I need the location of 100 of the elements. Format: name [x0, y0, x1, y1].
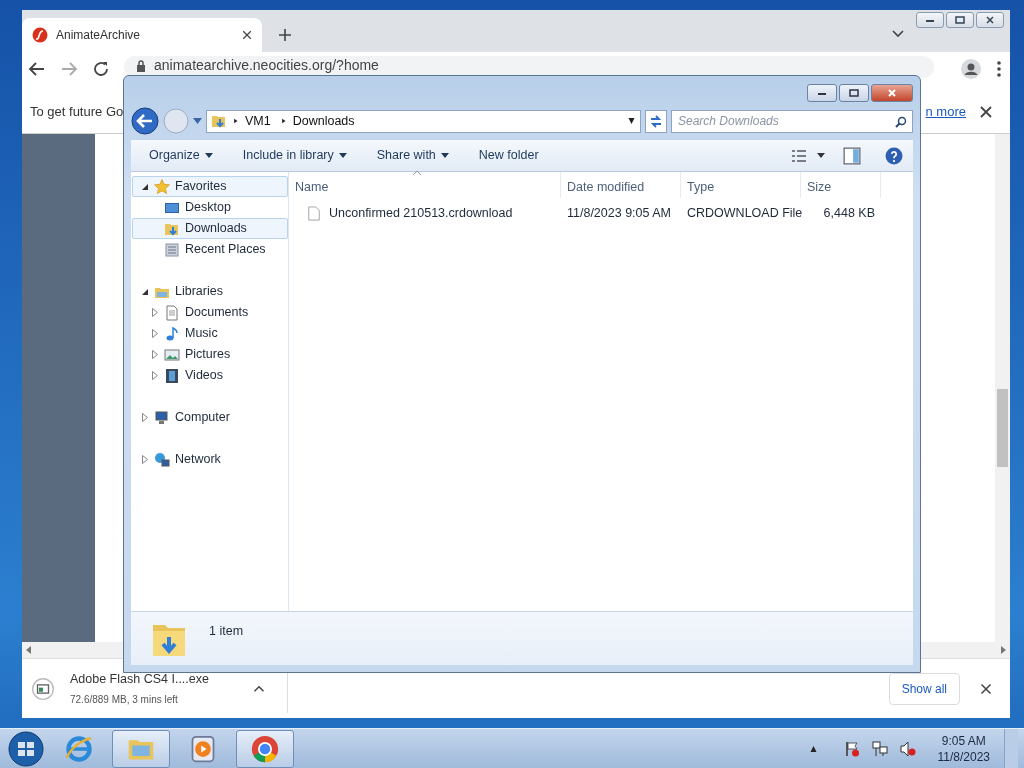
close-button[interactable]	[871, 84, 913, 102]
computer-icon	[154, 409, 170, 426]
minimize-button[interactable]	[916, 12, 944, 28]
file-name[interactable]: Unconfirmed 210513.crdownload	[329, 203, 513, 223]
status-text: 1 item	[209, 623, 244, 641]
search-field[interactable]: Search Downloads	[671, 109, 913, 133]
music-note-icon	[164, 325, 180, 342]
nav-tree-item[interactable]: Desktop	[132, 197, 288, 218]
nav-tree-item[interactable]: Music	[132, 323, 288, 344]
dropdown-icon[interactable]	[817, 153, 825, 158]
collapsed-icon[interactable]	[152, 371, 158, 380]
maximize-icon	[849, 89, 859, 97]
taskbar-button[interactable]	[112, 729, 170, 768]
tray-expand-icon[interactable]	[808, 745, 818, 752]
clock-date[interactable]: 11/8/2023	[937, 748, 990, 765]
toolbar-button[interactable]: Share with	[368, 143, 457, 168]
breadcrumb-item[interactable]: Downloads	[292, 111, 355, 131]
toolbar-button[interactable]: Include in library	[234, 143, 355, 168]
expanded-icon[interactable]	[142, 288, 148, 295]
collapsed-icon[interactable]	[142, 455, 148, 464]
restore-icon	[955, 16, 965, 24]
clock-time[interactable]: 9:05 AM	[937, 732, 990, 749]
toolbar-button[interactable]: New folder	[470, 143, 547, 168]
action-center-icon[interactable]	[843, 740, 860, 757]
app-logo-icon	[32, 27, 48, 43]
scroll-left-icon[interactable]	[26, 646, 32, 654]
start-button[interactable]	[6, 729, 46, 768]
collapsed-icon[interactable]	[152, 329, 158, 338]
media-player-icon	[189, 734, 217, 763]
nav-tree-item[interactable]: Libraries	[132, 281, 288, 302]
download-progress-text: 72.6/889 MB, 3 mins left	[70, 692, 179, 707]
installer-file-icon	[32, 677, 54, 700]
chevron-icon[interactable]	[233, 117, 239, 125]
file-size: 6,448 KB	[822, 204, 876, 222]
close-icon[interactable]	[242, 30, 252, 40]
refresh-icon[interactable]	[645, 109, 667, 133]
toolbar-button[interactable]: Organize	[141, 143, 221, 168]
show-all-button[interactable]: Show all	[888, 672, 960, 705]
close-button[interactable]	[976, 12, 1004, 28]
collapsed-icon[interactable]	[152, 308, 158, 317]
address-bar[interactable]: animatearchive.neocities.org/?home	[124, 56, 934, 78]
taskbar-button[interactable]	[236, 729, 294, 768]
back-icon[interactable]	[131, 107, 159, 135]
reload-icon[interactable]	[92, 60, 110, 78]
minimize-icon	[925, 17, 935, 23]
search-icon	[895, 115, 907, 128]
column-header[interactable]: Date modified	[561, 172, 681, 198]
nav-tree-item[interactable]: Computer	[132, 407, 288, 428]
help-icon[interactable]	[885, 146, 903, 165]
restore-button[interactable]	[946, 12, 974, 28]
close-icon[interactable]	[980, 682, 992, 695]
download-file-name[interactable]: Adobe Flash CS4 I....exe	[70, 670, 209, 689]
nav-tree-item[interactable]: Videos	[132, 365, 288, 386]
maximize-button[interactable]	[839, 84, 869, 102]
url-text: animatearchive.neocities.org/?home	[154, 57, 379, 74]
close-icon[interactable]	[980, 105, 992, 118]
learn-more-link[interactable]: n more	[925, 101, 966, 122]
preview-pane-icon[interactable]	[843, 146, 861, 165]
file-icon	[307, 204, 321, 222]
breadcrumb-item[interactable]: VM1	[245, 111, 271, 131]
scroll-right-icon[interactable]	[1000, 646, 1006, 654]
back-icon[interactable]	[28, 60, 46, 78]
lock-icon	[136, 60, 146, 72]
browser-icon	[65, 734, 93, 763]
chevron-icon[interactable]	[280, 117, 287, 125]
chrome-icon	[251, 734, 279, 763]
nav-tree-item[interactable]: Recent Places	[132, 239, 288, 260]
new-tab-icon[interactable]	[278, 28, 292, 42]
infobar-text: To get future Go	[30, 102, 124, 121]
minimize-button[interactable]	[807, 84, 837, 102]
volume-muted-icon[interactable]	[899, 740, 916, 757]
nav-tree-item[interactable]: Downloads	[132, 218, 288, 239]
star-icon	[154, 178, 170, 195]
menu-icon[interactable]	[996, 60, 1002, 78]
nav-tree-item[interactable]: Pictures	[132, 344, 288, 365]
browser-tab[interactable]: AnimateArchive	[22, 18, 262, 52]
network-icon	[154, 451, 170, 468]
downloads-folder-icon	[211, 113, 227, 129]
tab-list-icon[interactable]	[892, 30, 904, 38]
collapsed-icon[interactable]	[142, 413, 148, 422]
column-header[interactable]: Size	[801, 172, 881, 198]
collapsed-icon[interactable]	[152, 350, 158, 359]
close-icon	[985, 16, 995, 24]
scrollbar[interactable]	[995, 134, 1010, 642]
document-icon	[164, 304, 180, 321]
column-header[interactable]: Type	[681, 172, 801, 198]
picture-icon	[164, 346, 180, 363]
film-icon	[164, 367, 180, 384]
nav-tree-item[interactable]: Documents	[132, 302, 288, 323]
view-list-icon[interactable]	[791, 147, 807, 164]
file-date: 11/8/2023 9:05 AM	[566, 204, 673, 222]
address-field[interactable]: VM1 Downloads	[206, 109, 641, 133]
dropdown-icon[interactable]	[627, 118, 636, 124]
profile-icon[interactable]	[960, 58, 982, 80]
nav-tree-item[interactable]: Network	[132, 449, 288, 470]
close-icon	[887, 89, 897, 97]
expanded-icon[interactable]	[142, 183, 148, 190]
column-header[interactable]: Name	[289, 172, 561, 198]
nav-tree-item[interactable]: Favorites	[132, 176, 288, 197]
network-status-icon[interactable]	[871, 740, 888, 757]
